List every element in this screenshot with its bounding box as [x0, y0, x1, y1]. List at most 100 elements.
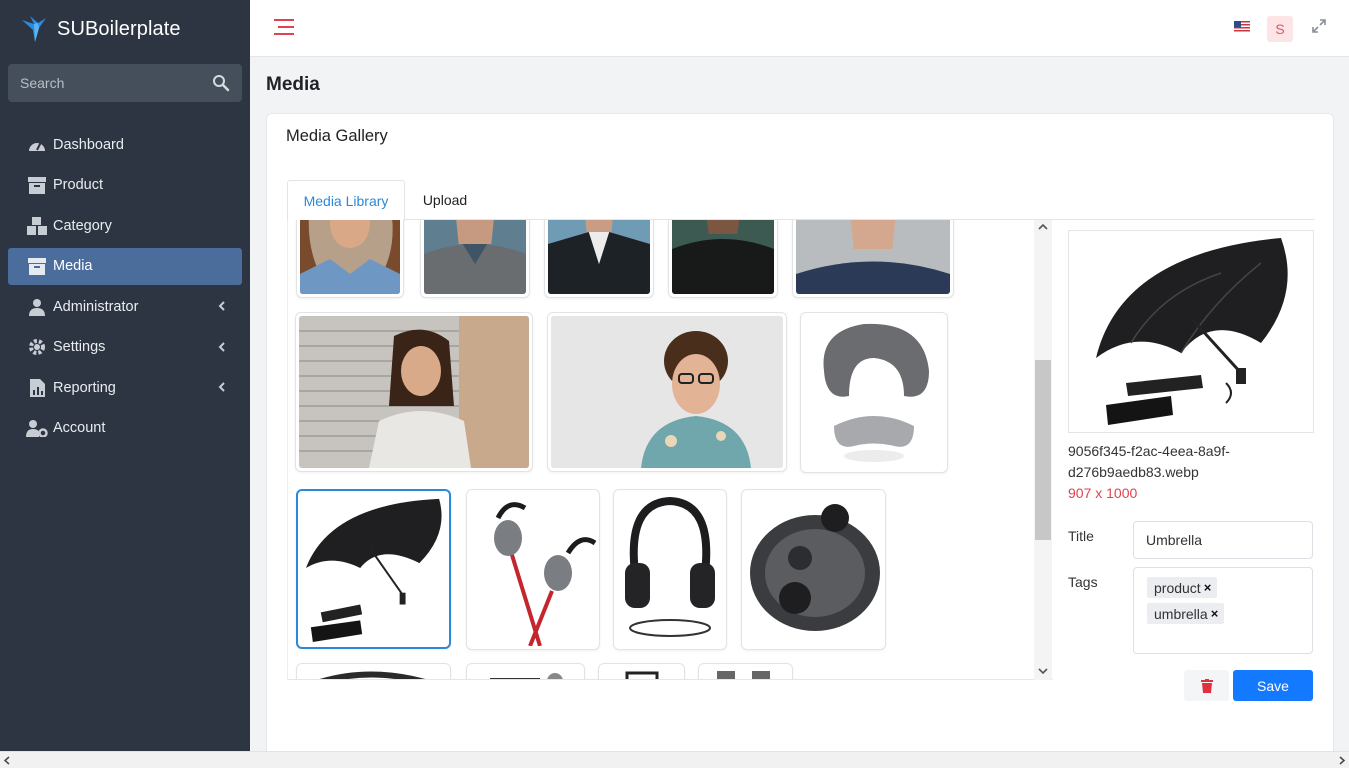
media-thumbnail[interactable]	[466, 489, 600, 650]
media-dimensions: 907 x 1000	[1068, 485, 1138, 501]
media-thumbnail[interactable]	[668, 220, 778, 298]
tab-upload[interactable]: Upload	[405, 180, 485, 220]
tag-label: umbrella	[1154, 605, 1208, 622]
user-gear-icon	[26, 418, 48, 438]
tag-chip: product ×	[1147, 577, 1218, 598]
trash-icon	[1200, 678, 1213, 693]
man-dreadlocks-image	[299, 316, 529, 468]
sidebar-item-media[interactable]: Media	[8, 247, 242, 285]
travel-pillow-eye-mask-image	[804, 316, 944, 469]
selected-media-preview	[1068, 230, 1314, 433]
bird-logo-icon	[22, 16, 46, 42]
media-thumbnail[interactable]	[741, 489, 886, 650]
remove-tag-icon[interactable]: ×	[1204, 580, 1212, 595]
media-thumbnail[interactable]	[296, 220, 404, 298]
boxes-icon	[26, 216, 48, 236]
search-input[interactable]	[8, 75, 198, 91]
media-thumbnail[interactable]	[466, 663, 585, 679]
user-avatar[interactable]: S	[1267, 16, 1293, 42]
tag-chip: umbrella ×	[1147, 603, 1225, 624]
archive-box-icon	[26, 175, 48, 195]
sidebar-item-label: Account	[53, 420, 106, 436]
brand-name: SUBoilerplate	[57, 17, 181, 40]
media-thumbnail[interactable]	[547, 312, 787, 472]
media-thumbnail[interactable]	[544, 220, 654, 298]
sidebar-item-label: Administrator	[53, 298, 139, 315]
sidebar-item-label: Media	[53, 258, 93, 274]
tags-label: Tags	[1068, 574, 1098, 590]
media-grid[interactable]	[287, 220, 1053, 680]
product-image	[470, 667, 581, 679]
umbrella-preview-image	[1071, 233, 1311, 430]
sidebar-item-label: Category	[53, 217, 112, 234]
sidebar-item-account[interactable]: Account	[8, 410, 242, 447]
save-button[interactable]: Save	[1233, 670, 1313, 701]
sidebar-item-reporting[interactable]: Reporting	[8, 369, 242, 406]
product-image	[702, 667, 789, 679]
page-title: Media	[266, 74, 320, 95]
media-filename: 9056f345-f2ac-4eea-8a9f-d276b9aedb83.web…	[1068, 443, 1230, 480]
menu-toggle-icon[interactable]	[274, 17, 294, 37]
headphones-image	[617, 493, 723, 646]
sidebar-item-label: Reporting	[53, 379, 116, 396]
tab-media-library[interactable]: Media Library	[287, 180, 405, 221]
sidebar-item-settings[interactable]: Settings	[8, 329, 242, 366]
media-thumbnail[interactable]	[420, 220, 530, 298]
gear-icon	[26, 337, 48, 357]
chevron-up-icon[interactable]	[1038, 223, 1048, 231]
sidebar-nav: Dashboard Product Category Media Adminis…	[8, 126, 242, 450]
sidebar-item-product[interactable]: Product	[8, 167, 242, 204]
chevron-left-icon	[218, 301, 225, 311]
sidebar-item-category[interactable]: Category	[8, 207, 242, 244]
chevron-left-icon[interactable]	[4, 756, 11, 765]
media-thumbnail[interactable]	[296, 663, 451, 679]
sidebar-item-label: Product	[53, 177, 103, 193]
archive-box-icon	[26, 256, 48, 276]
brand[interactable]: SUBoilerplate	[20, 12, 181, 46]
search-icon[interactable]	[212, 74, 230, 92]
sidebar-item-dashboard[interactable]: Dashboard	[8, 126, 242, 163]
media-thumbnail[interactable]	[800, 312, 948, 473]
man-grey-sweater-image	[424, 220, 526, 294]
sidebar: SUBoilerplate Dashboard Product Category	[0, 0, 250, 751]
sidebar-item-label: Settings	[53, 339, 106, 355]
man-curly-hair-glasses-image	[551, 316, 783, 468]
earphones-image	[470, 493, 596, 646]
delete-button[interactable]	[1184, 670, 1229, 701]
media-thumbnail[interactable]	[613, 489, 727, 650]
chevron-left-icon	[218, 382, 225, 392]
chevron-left-icon	[218, 341, 225, 352]
user-tie-icon	[26, 297, 48, 317]
media-thumbnail[interactable]	[295, 312, 533, 472]
title-label: Title	[1068, 528, 1094, 544]
remove-tag-icon[interactable]: ×	[1211, 606, 1219, 621]
earbuds-case-image	[745, 493, 882, 646]
tab-bar: Media Library Upload	[287, 180, 1315, 221]
fullscreen-icon[interactable]	[1312, 19, 1326, 33]
title-input[interactable]	[1133, 521, 1313, 559]
chevron-down-icon[interactable]	[1038, 667, 1048, 675]
product-image	[300, 667, 447, 679]
top-header: S	[250, 0, 1349, 57]
product-image	[602, 667, 681, 679]
tags-input[interactable]: product × umbrella ×	[1133, 567, 1313, 654]
media-thumbnail[interactable]	[598, 663, 685, 679]
woman-denim-jacket-image	[300, 220, 400, 294]
gauge-icon	[26, 135, 48, 155]
media-thumbnail[interactable]	[792, 220, 954, 298]
umbrella-image	[301, 494, 446, 644]
tag-label: product	[1154, 579, 1201, 596]
media-thumbnail-selected[interactable]	[296, 489, 451, 649]
man-dark-shirt-image	[672, 220, 774, 294]
man-blazer-image	[548, 220, 650, 294]
page-horizontal-scrollbar[interactable]	[0, 751, 1349, 768]
gallery-scrollbar[interactable]	[1034, 220, 1052, 680]
scrollbar-thumb[interactable]	[1035, 360, 1051, 540]
sidebar-item-administrator[interactable]: Administrator	[8, 288, 242, 325]
us-flag-icon[interactable]	[1234, 21, 1250, 33]
sidebar-item-label: Dashboard	[53, 136, 124, 153]
media-thumbnail[interactable]	[698, 663, 793, 679]
search-box	[8, 64, 242, 102]
chevron-right-icon[interactable]	[1338, 756, 1345, 765]
man-navy-tshirt-image	[796, 220, 950, 294]
